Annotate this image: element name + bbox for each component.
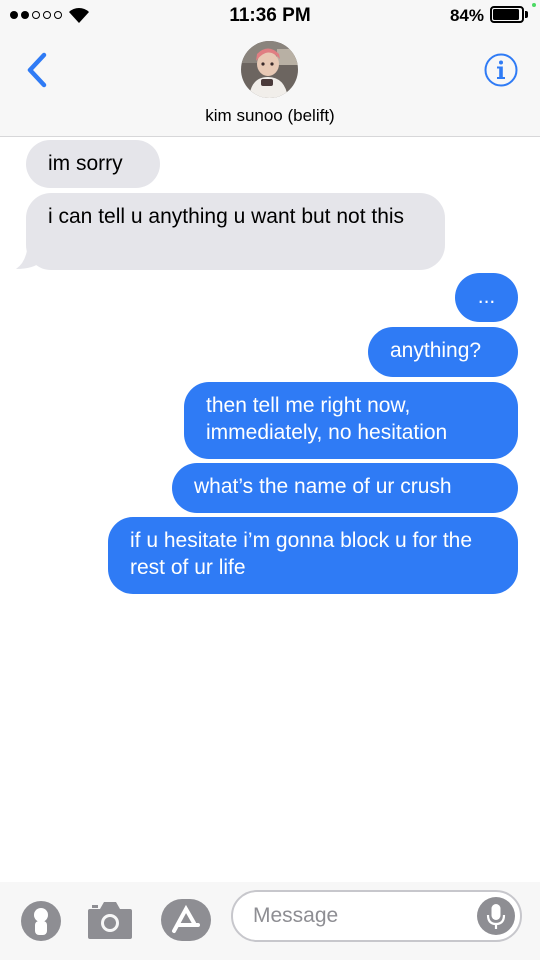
- battery-percentage: 84%: [449, 6, 484, 25]
- microphone-icon[interactable]: [477, 897, 515, 935]
- message-bubble-sent[interactable]: what’s the name of ur crush: [172, 463, 518, 513]
- message-text: ...: [477, 285, 496, 308]
- back-chevron-icon[interactable]: [22, 50, 54, 90]
- message-input-bar: [0, 882, 540, 960]
- battery-icon: [490, 6, 530, 23]
- message-text: if u hesitate i’m gonna block u for the …: [130, 529, 473, 579]
- message-text: anything?: [390, 339, 482, 362]
- message-bubble-sent[interactable]: ...: [455, 273, 518, 322]
- charging-indicator-icon: [532, 3, 536, 7]
- message-text: im sorry: [48, 152, 123, 175]
- contact-avatar[interactable]: [241, 41, 298, 98]
- message-bubble-sent[interactable]: if u hesitate i’m gonna block u for the …: [108, 517, 518, 594]
- message-text: then tell me right now, immediately, no …: [206, 394, 448, 444]
- avatar-photo: [241, 41, 298, 98]
- message-bubble-sent[interactable]: anything?: [368, 327, 518, 377]
- message-input[interactable]: [253, 900, 463, 932]
- message-thread: im sorry i can tell u anything u want bu…: [0, 137, 540, 882]
- contact-name[interactable]: kim sunoo (belift): [0, 106, 540, 126]
- message-text: i can tell u anything u want but not thi…: [48, 205, 405, 228]
- message-field[interactable]: [231, 890, 522, 942]
- message-bubble-sent[interactable]: then tell me right now, immediately, no …: [184, 382, 518, 459]
- bubble-tail: [16, 239, 42, 269]
- camera-icon[interactable]: [86, 899, 134, 941]
- info-circle-icon[interactable]: [484, 53, 518, 87]
- message-bubble-received[interactable]: i can tell u anything u want but not thi…: [26, 193, 445, 270]
- app-store-icon[interactable]: [160, 898, 212, 942]
- messages-screen: 11:36 PM 84% kim sunoo (belift) im sorry…: [0, 0, 540, 960]
- message-text: what’s the name of ur crush: [194, 475, 452, 498]
- battery-level: [493, 9, 519, 20]
- contact-icon[interactable]: [20, 900, 62, 942]
- conversation-header: kim sunoo (belift): [0, 30, 540, 137]
- status-bar: 11:36 PM 84%: [0, 0, 540, 30]
- message-bubble-received[interactable]: im sorry: [26, 140, 160, 188]
- battery-terminal: [525, 11, 528, 18]
